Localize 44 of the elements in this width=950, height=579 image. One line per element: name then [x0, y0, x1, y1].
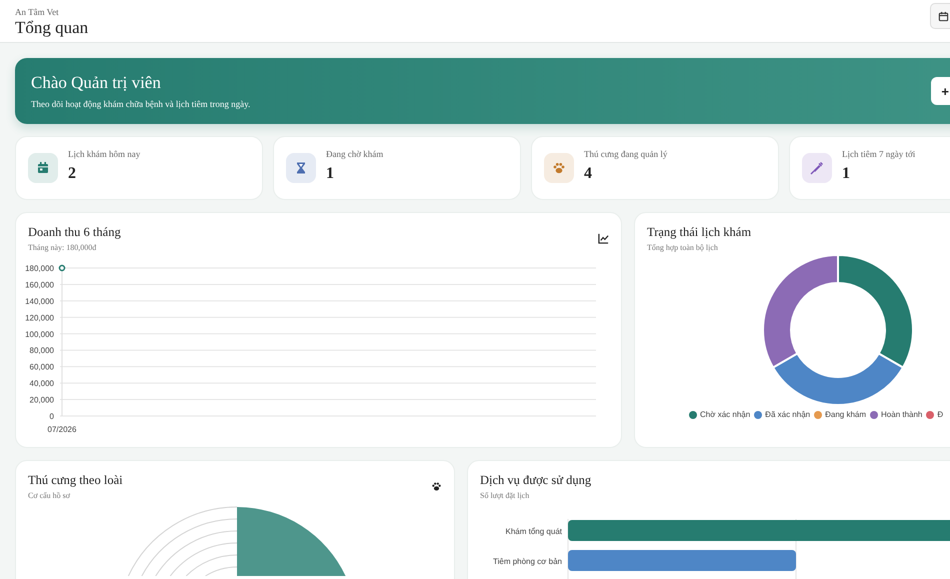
card-subtitle: Tổng hợp toàn bộ lịch	[647, 243, 719, 252]
legend-label: Chờ xác nhận	[700, 410, 750, 419]
axis-tick-label: 40,000	[30, 379, 54, 388]
legend-label: Hoàn thành	[881, 410, 922, 419]
stat-value: 1	[842, 165, 851, 183]
axis-tick-label: 0	[50, 412, 54, 421]
legend-label: Đ	[937, 410, 944, 419]
welcome-subtitle: Theo dõi hoạt động khám chữa bệnh và lịch tiêm trong ngày.	[31, 99, 250, 109]
axis-tick-label: 140,000	[25, 296, 54, 306]
card-title: Dịch vụ được sử dụng	[480, 473, 592, 488]
card-subtitle: Số lượt đặt lịch	[480, 491, 530, 500]
axis-tick-label: 160,000	[25, 280, 54, 290]
stat-label: Lịch khám hôm nay	[68, 149, 140, 159]
add-button[interactable]: +	[931, 77, 950, 105]
stat-label: Lịch tiêm 7 ngày tới	[842, 149, 916, 159]
axis-tick-label: 80,000	[30, 346, 54, 356]
card-title: Doanh thu 6 tháng	[28, 225, 121, 240]
axis-tick-label: 180,000	[25, 264, 54, 273]
data-point	[58, 264, 66, 272]
calendar-icon	[938, 10, 948, 22]
card-subtitle: Cơ cấu hồ sơ	[28, 491, 72, 500]
stat-value: 1	[326, 165, 335, 183]
card-subtitle: Tháng này: 180,000đ	[28, 243, 98, 252]
paw-icon	[431, 481, 442, 492]
axis-tick-label: 60,000	[30, 362, 54, 372]
card-title: Thú cưng theo loài	[28, 473, 123, 488]
axis-tick-label: 07/2026	[48, 425, 76, 434]
stat-value: 2	[68, 165, 77, 183]
stat-label: Đang chờ khám	[326, 149, 384, 159]
stat-label: Thú cưng đang quản lý	[584, 149, 668, 159]
bar-label: Khám tổng quát	[506, 527, 562, 536]
axis-tick-label: 100,000	[25, 330, 54, 339]
axis-tick-label: 20,000	[30, 396, 54, 405]
line-chart-icon	[598, 233, 609, 244]
bar-label: Tiêm phòng cơ bản	[493, 557, 562, 566]
page-title: Tổng quan	[15, 18, 88, 38]
legend-label: Đang khám	[825, 410, 866, 419]
legend-label: Đã xác nhận	[765, 410, 810, 419]
stat-value: 4	[584, 165, 593, 183]
welcome-title: Chào Quản trị viên	[31, 73, 162, 93]
brand-name: An Tâm Vet	[15, 6, 60, 16]
card-title: Trạng thái lịch khám	[647, 225, 752, 240]
axis-tick-label: 120,000	[25, 313, 54, 322]
calendar-button[interactable]	[930, 3, 950, 29]
